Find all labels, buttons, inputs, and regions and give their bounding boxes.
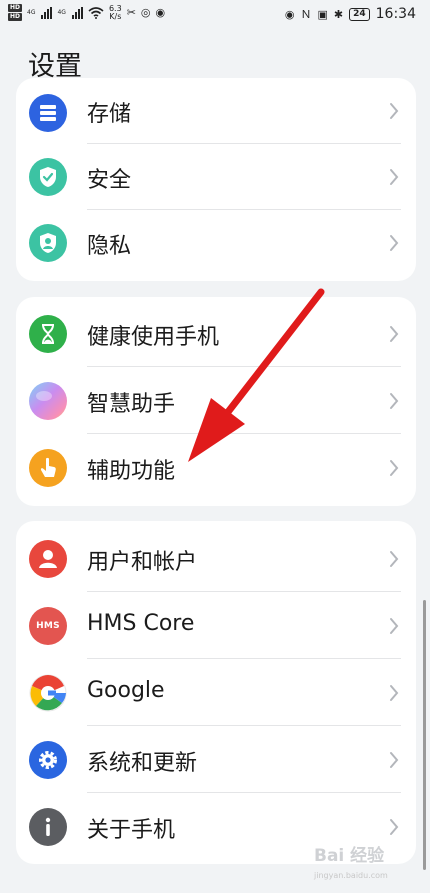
wifi-icon bbox=[88, 6, 104, 19]
chevron-right-icon bbox=[390, 819, 399, 835]
settings-item-label: Google bbox=[87, 678, 165, 703]
google-logo-icon bbox=[29, 674, 67, 712]
clock: 16:34 bbox=[375, 6, 416, 22]
chevron-right-icon bbox=[390, 752, 399, 768]
eye-icon: ◉ bbox=[284, 7, 295, 21]
chevron-right-icon bbox=[390, 685, 399, 701]
settings-item-label: HMS Core bbox=[87, 611, 195, 636]
settings-item-label: 关于手机 bbox=[87, 818, 176, 843]
settings-item-label: 存储 bbox=[87, 102, 132, 127]
divider bbox=[87, 433, 401, 434]
hms-logo-icon: HMS bbox=[29, 607, 67, 645]
storage-icon bbox=[29, 94, 67, 132]
settings-item-label: 系统和更新 bbox=[87, 751, 198, 776]
settings-item-security[interactable]: 安全 bbox=[16, 144, 416, 210]
settings-item-storage[interactable]: 存储 bbox=[16, 78, 416, 144]
shield-check-icon bbox=[29, 158, 67, 196]
gear-icon bbox=[29, 741, 67, 779]
settings-item-digital-balance[interactable]: 健康使用手机 bbox=[16, 301, 416, 367]
settings-item-label: 智慧助手 bbox=[87, 392, 176, 417]
chevron-right-icon bbox=[390, 618, 399, 634]
settings-item-label: 辅助功能 bbox=[87, 459, 176, 484]
settings-item-privacy[interactable]: 隐私 bbox=[16, 210, 416, 276]
settings-item-label: 安全 bbox=[87, 168, 132, 193]
chevron-right-icon bbox=[390, 326, 399, 342]
settings-item-accessibility[interactable]: 辅助功能 bbox=[16, 435, 416, 501]
chevron-right-icon bbox=[390, 235, 399, 251]
battery-indicator: 24 bbox=[349, 7, 370, 21]
settings-item-label: 隐私 bbox=[87, 234, 132, 259]
divider bbox=[87, 725, 401, 726]
settings-item-label: 健康使用手机 bbox=[87, 325, 220, 350]
user-icon bbox=[29, 540, 67, 578]
settings-item-google[interactable]: Google bbox=[16, 660, 416, 726]
baidu-watermark: Bai 经验 jingyan.baidu.com bbox=[314, 846, 388, 881]
settings-item-system-updates[interactable]: 系统和更新 bbox=[16, 727, 416, 793]
settings-group-3: 用户和帐户 HMS HMS Core Google 系统和更新 关于手机 bbox=[16, 521, 416, 864]
chevron-right-icon bbox=[390, 393, 399, 409]
signal-icon bbox=[41, 6, 53, 19]
scrollbar[interactable] bbox=[423, 600, 426, 870]
info-icon bbox=[29, 808, 67, 846]
network-type-label: 4G bbox=[27, 9, 36, 16]
hd-badge: HD bbox=[8, 13, 23, 21]
dnd-icon: ✂ bbox=[126, 6, 136, 19]
app-notification-icon: ◉ bbox=[155, 6, 166, 19]
privacy-shield-icon bbox=[29, 224, 67, 262]
divider bbox=[87, 792, 401, 793]
vibrate-icon: ▣ bbox=[317, 7, 328, 21]
wechat-icon: ◎ bbox=[140, 6, 151, 19]
settings-item-users-accounts[interactable]: 用户和帐户 bbox=[16, 526, 416, 592]
settings-item-hms-core[interactable]: HMS HMS Core bbox=[16, 593, 416, 659]
network-speed: 6.3 K/s bbox=[108, 3, 122, 21]
divider bbox=[87, 591, 401, 592]
chevron-right-icon bbox=[390, 169, 399, 185]
hd-badge: HD bbox=[8, 4, 23, 12]
settings-item-smart-assistant[interactable]: 智慧助手 bbox=[16, 368, 416, 434]
nfc-icon: Ｎ bbox=[300, 8, 312, 21]
divider bbox=[87, 366, 401, 367]
status-right: ◉ Ｎ ▣ ✱ 24 16:34 bbox=[285, 6, 416, 22]
network-type-label: 4G bbox=[57, 9, 66, 16]
settings-group-2: 健康使用手机 智慧助手 辅助功能 bbox=[16, 297, 416, 506]
chevron-right-icon bbox=[390, 460, 399, 476]
settings-item-label: 用户和帐户 bbox=[87, 550, 198, 575]
status-left: HD HD 4G 4G 6.3 K/s ✂ ◎ ◉ bbox=[8, 4, 165, 21]
chevron-right-icon bbox=[390, 103, 399, 119]
assistant-orb-icon bbox=[29, 382, 67, 420]
divider bbox=[87, 658, 401, 659]
status-bar: HD HD 4G 4G 6.3 K/s ✂ ◎ ◉ ◉ Ｎ ▣ ✱ 24 16:… bbox=[0, 0, 430, 32]
signal-icon bbox=[71, 6, 83, 19]
bluetooth-icon: ✱ bbox=[333, 7, 344, 21]
chevron-right-icon bbox=[390, 551, 399, 567]
settings-group-1: 存储 安全 隐私 bbox=[16, 78, 416, 281]
hourglass-icon bbox=[29, 315, 67, 353]
hand-pointer-icon bbox=[29, 449, 67, 487]
